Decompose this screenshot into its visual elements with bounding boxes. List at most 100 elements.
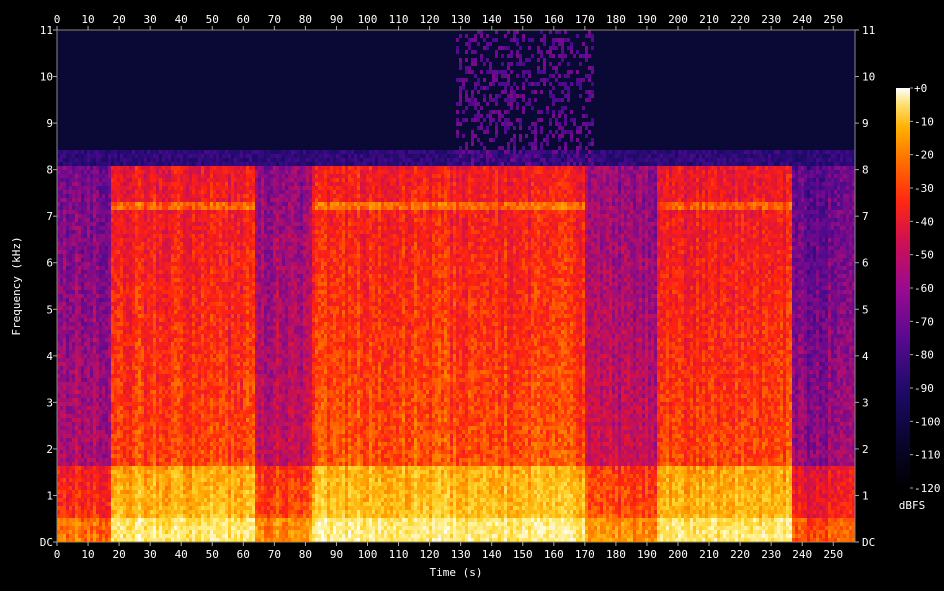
spectrogram-cell [75,322,78,326]
spectrogram-cell [93,150,96,154]
spectrogram-cell [69,278,72,282]
spectrogram-cell [84,398,87,402]
spectrogram-cell [60,306,63,310]
spectrogram-cell [108,370,111,374]
spectrogram-cell [78,222,81,226]
spectrogram-cell [99,430,102,434]
spectrogram-cell [66,422,69,426]
spectrogram-cell [72,318,75,322]
spectrogram-cell [69,526,72,530]
spectrogram-cell [66,290,69,294]
spectrogram-cell [81,218,84,222]
spectrogram-cell [87,342,90,346]
spectrogram-cell [72,530,75,534]
spectrogram-cell [87,330,90,334]
spectrogram-cell [96,350,99,354]
spectrogram-cell [99,210,102,214]
spectrogram-cell [105,486,108,490]
spectrogram-cell [81,246,84,250]
spectrogram-cell [90,330,93,334]
spectrogram-cell [87,182,90,186]
spectrogram-cell [66,538,69,542]
spectrogram-cell [99,222,102,226]
spectrogram-cell [90,214,93,218]
spectrogram-cell [90,386,93,390]
spectrogram-cell [66,378,69,382]
spectrogram-cell [66,266,69,270]
spectrogram-cell [90,174,93,178]
spectrogram-cell [87,306,90,310]
spectrogram-cell [102,198,105,202]
spectrogram-cell [81,170,84,174]
spectrogram-cell [108,254,111,258]
spectrogram-cell [69,350,72,354]
spectrogram-cell [108,286,111,290]
spectrogram-cell [66,414,69,418]
spectrogram-cell [108,222,111,226]
spectrogram-cell [108,354,111,358]
spectrogram-cell [72,366,75,370]
spectrogram-cell [75,402,78,406]
spectrogram-cell [90,518,93,522]
spectrogram-cell [69,450,72,454]
spectrogram-cell [69,442,72,446]
spectrogram-cell [90,522,93,526]
spectrogram-cell [69,466,72,470]
spectrogram-cell [75,198,78,202]
spectrogram-cell [72,174,75,178]
spectrogram-cell [99,538,102,542]
spectrogram-cell [102,466,105,470]
spectrogram-cell [75,490,78,494]
spectrogram-cell [63,422,66,426]
spectrogram-cell [81,462,84,466]
spectrogram-cell [99,454,102,458]
spectrogram-cell [69,502,72,506]
spectrogram-cell [72,158,75,162]
spectrogram-cell [72,402,75,406]
spectrogram-cell [72,386,75,390]
spectrogram-cell [99,482,102,486]
spectrogram-cell [84,162,87,166]
spectrogram-cell [99,150,102,154]
spectrogram-cell [78,438,81,442]
spectrogram-cell [90,318,93,322]
spectrogram-cell [69,334,72,338]
spectrogram-cell [96,282,99,286]
spectrogram-cell [93,366,96,370]
spectrogram-cell [84,334,87,338]
spectrogram-cell [63,194,66,198]
spectrogram-cell [81,522,84,526]
spectrogram-cell [90,170,93,174]
spectrogram-cell [60,166,63,170]
spectrogram-cell [69,214,72,218]
spectrogram-cell [60,458,63,462]
spectrogram-cell [84,442,87,446]
spectrogram-cell [96,194,99,198]
spectrogram-cell [105,526,108,530]
spectrogram-cell [60,206,63,210]
spectrogram-cell [75,470,78,474]
spectrogram-cell [102,178,105,182]
spectrogram-cell [72,310,75,314]
spectrogram-cell [96,270,99,274]
spectrogram-cell [87,398,90,402]
spectrogram-cell [75,202,78,206]
spectrogram-cell [72,150,75,154]
spectrogram-cell [63,198,66,202]
spectrogram-cell [105,478,108,482]
spectrogram-cell [99,486,102,490]
spectrogram-cell [69,254,72,258]
spectrogram-cell [105,150,108,154]
spectrogram-cell [66,310,69,314]
spectrogram-cell [72,342,75,346]
spectrogram-cell [78,182,81,186]
spectrogram-cell [60,502,63,506]
spectrogram-cell [75,298,78,302]
spectrogram-cell [63,414,66,418]
spectrogram-cell [84,526,87,530]
spectrogram-cell [78,346,81,350]
spectrogram-cell [108,230,111,234]
spectrogram-cell [99,310,102,314]
spectrogram-cell [105,154,108,158]
spectrogram-cell [72,290,75,294]
